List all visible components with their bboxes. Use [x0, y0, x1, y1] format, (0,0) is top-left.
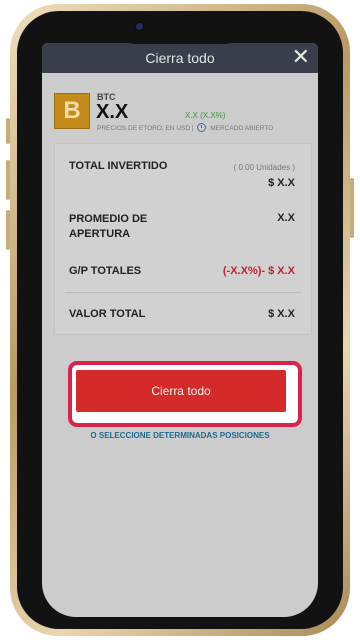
market-status-text: MERCADO ABIERTO — [210, 125, 274, 132]
close-icon[interactable]: ✕ — [292, 46, 310, 68]
avg-open-label: PROMEDIO DE APERTURA — [69, 213, 148, 240]
phone-power-button — [350, 178, 354, 238]
total-invested-value: $ X.X — [268, 177, 295, 189]
modal-title: Cierra todo — [145, 50, 215, 66]
position-summary-card: TOTAL INVERTIDO ( 0.00 Unidades ) $ X.X … — [54, 143, 312, 335]
phone-volume-up-button — [6, 160, 10, 200]
total-invested-label: TOTAL INVERTIDO — [69, 160, 168, 172]
summary-divider — [65, 292, 301, 293]
close-all-button[interactable]: Cierra todo — [76, 370, 286, 412]
units-count: ( 0.00 Unidades ) — [233, 163, 295, 172]
avg-open-value: X.X — [277, 212, 295, 224]
price-source-note: PRECIOS DE ETORO, EN USD | MERCADO ABIER… — [97, 123, 273, 132]
asset-change: X.X (X.X%) — [185, 111, 226, 120]
phone-volume-down-button — [6, 210, 10, 250]
total-value-value: $ X.X — [268, 308, 295, 320]
pl-label: G/P TOTALES — [69, 265, 142, 277]
modal-header: Cierra todo ✕ — [42, 43, 318, 73]
price-source-text: PRECIOS DE ETORO, EN USD — [97, 125, 191, 132]
app-screen: Cierra todo ✕ B BTC X.X X.X (X.X%) PRECI… — [42, 43, 318, 617]
total-value-label: VALOR TOTAL — [69, 308, 146, 320]
bitcoin-logo: B — [54, 93, 90, 129]
phone-side-button — [6, 118, 10, 144]
select-positions-link[interactable]: O SELECCIONE DETERMINADAS POSICIONES — [42, 431, 318, 440]
clock-icon — [197, 123, 207, 132]
note-separator: | — [191, 125, 194, 132]
asset-price: X.X — [96, 101, 129, 123]
bitcoin-logo-letter: B — [63, 97, 81, 124]
front-camera — [135, 22, 144, 31]
pl-value: (-X.X%)- $ X.X — [222, 265, 295, 277]
